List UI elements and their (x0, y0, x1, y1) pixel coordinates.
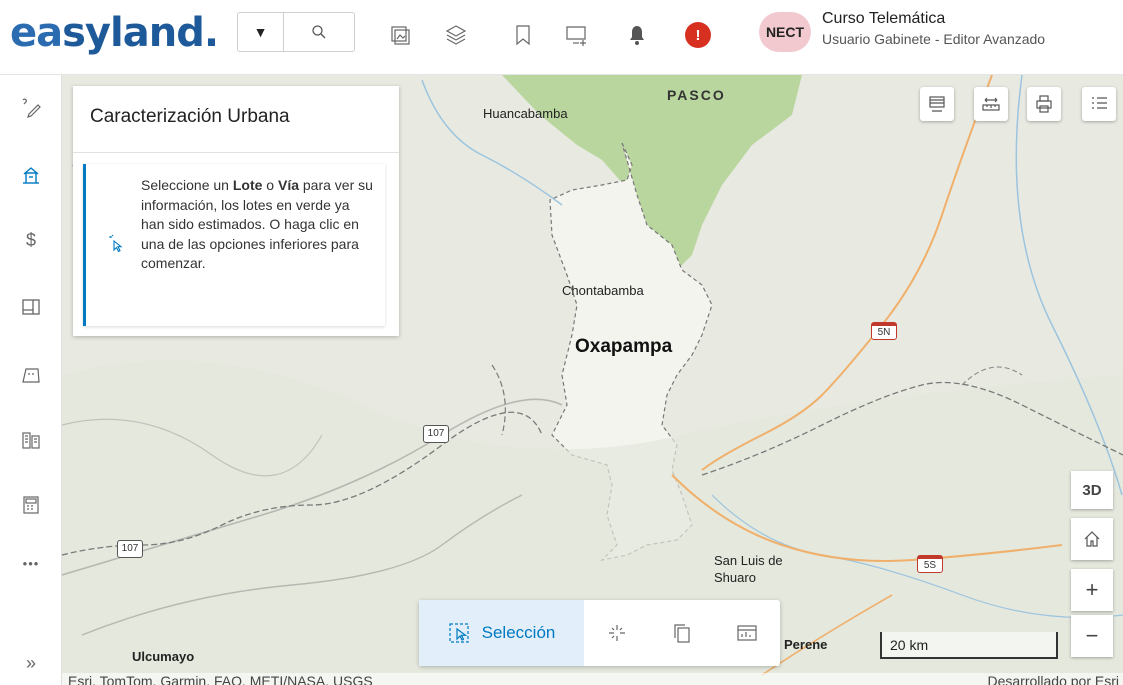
basemap-icon (929, 96, 945, 112)
dollar-icon: $ (25, 229, 36, 250)
layout-button[interactable] (385, 20, 415, 50)
map-label-ulcumayo: Ulcumayo (132, 649, 195, 664)
sidebar-item-urban[interactable] (0, 155, 62, 195)
basemap-button[interactable] (920, 87, 954, 121)
sidebar-item-pricing[interactable]: $ (0, 220, 62, 260)
map-label-chontabamba: Chontabamba (562, 283, 644, 298)
home-button[interactable] (1071, 518, 1113, 560)
buildings-icon (22, 432, 40, 449)
sidebar-item-buildings[interactable] (0, 420, 62, 460)
urban-icon (23, 167, 39, 184)
bookmark-button[interactable] (508, 20, 538, 50)
magic-wand-icon (609, 625, 625, 641)
dashboard-tool-button[interactable] (714, 600, 780, 666)
map-view[interactable]: Huancabamba PASCO Chontabamba Oxapampa S… (62, 75, 1123, 685)
zoom-out-button[interactable]: − (1071, 615, 1113, 657)
legend-icon (1092, 97, 1107, 109)
cursor-sparkle-icon (108, 234, 124, 257)
sidebar-item-parcel[interactable] (0, 355, 62, 395)
user-name: Curso Telemática (822, 10, 946, 27)
map-label-pasco: PASCO (667, 87, 726, 103)
selection-icon (449, 623, 469, 643)
sidebar: $ ••• » (0, 75, 62, 685)
double-chevron-right-icon: » (25, 652, 36, 673)
add-screen-button[interactable] (562, 20, 592, 50)
notifications-button[interactable] (622, 20, 652, 50)
measure-distance-icon (982, 97, 1000, 111)
selection-tool-button[interactable]: Selección (419, 600, 584, 666)
sidebar-item-measure[interactable] (0, 87, 62, 127)
avatar[interactable]: NECT (759, 12, 811, 52)
map-label-perene: Perene (784, 637, 828, 652)
print-button[interactable] (1027, 87, 1061, 121)
layout-icon (391, 26, 410, 45)
attribution-esri[interactable]: Desarrollado por Esri (988, 673, 1120, 685)
map-label-shuaro: Shuaro (714, 570, 756, 585)
search-group: ▼ (237, 12, 355, 52)
app-logo[interactable]: easyland. (10, 10, 219, 56)
bookmark-icon (516, 25, 530, 46)
map-label-oxapampa: Oxapampa (575, 336, 673, 357)
map-label-huancabamba: Huancabamba (483, 106, 568, 121)
sidebar-item-calculator[interactable] (0, 485, 62, 525)
map-label-san-luis: San Luis de (714, 553, 783, 568)
dashboard-icon (737, 625, 757, 641)
sidebar-item-more[interactable]: ••• (0, 543, 62, 583)
map-attribution: Esri, TomTom, Garmin, FAO, METI/NASA, US… (62, 673, 1123, 685)
route-shield-107-north: 107 (423, 425, 449, 443)
measure-icon (22, 98, 41, 118)
print-icon (1036, 95, 1052, 113)
layers-button[interactable] (441, 20, 471, 50)
attribution-sources[interactable]: Esri, TomTom, Garmin, FAO, METI/NASA, US… (68, 673, 373, 685)
route-shield-5s: 5S (917, 555, 943, 573)
top-bar: easyland. ▼ ! NECT Curso Telemática Usua… (0, 0, 1123, 75)
scale-bar: 20 km (880, 632, 1058, 659)
characterization-panel: Caracterización Urbana Seleccione un Lot… (73, 86, 399, 336)
3d-toggle-button[interactable]: 3D (1071, 471, 1113, 509)
user-role: Usuario Gabinete - Editor Avanzado (822, 31, 1046, 47)
zoom-in-button[interactable]: + (1071, 569, 1113, 611)
bell-icon (630, 26, 644, 45)
user-info[interactable]: Curso Telemática Usuario Gabinete - Edit… (822, 10, 1045, 47)
calculator-icon (23, 496, 39, 514)
route-shield-107-south: 107 (117, 540, 143, 558)
copy-icon (674, 624, 690, 643)
search-button[interactable] (284, 13, 354, 51)
sidebar-item-map-layout[interactable] (0, 287, 62, 327)
caret-down-icon: ▼ (253, 24, 268, 40)
home-icon (1084, 531, 1100, 547)
add-screen-icon (566, 26, 586, 46)
bottom-toolbar: Selección (419, 600, 780, 666)
map-layout-icon (22, 299, 40, 315)
panel-title: Caracterización Urbana (73, 86, 399, 153)
copy-tool-button[interactable] (650, 600, 714, 666)
sidebar-expand-button[interactable]: » (0, 643, 62, 683)
selection-notice: Seleccione un Lote o Vía para ver su inf… (83, 164, 385, 326)
notice-text: Seleccione un Lote o Vía para ver su inf… (141, 177, 373, 271)
search-icon (312, 25, 326, 39)
measure-distance-button[interactable] (974, 87, 1008, 121)
legend-button[interactable] (1082, 87, 1116, 121)
parcel-icon (22, 368, 40, 383)
more-icon: ••• (22, 555, 40, 571)
search-source-dropdown[interactable]: ▼ (238, 13, 284, 51)
alert-badge[interactable]: ! (685, 22, 711, 48)
selection-tool-label: Selección (481, 623, 556, 642)
route-shield-5n: 5N (871, 322, 897, 340)
layers-icon (445, 25, 467, 45)
magic-wand-tool-button[interactable] (584, 600, 650, 666)
